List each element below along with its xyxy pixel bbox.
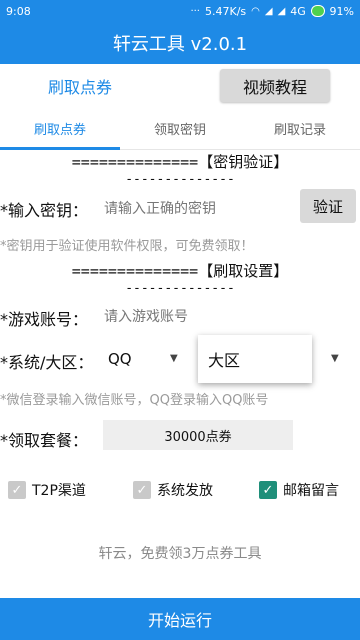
key-input[interactable]: 请输入正确的密钥	[104, 198, 216, 218]
system-chevron-down-icon[interactable]: ▼	[170, 353, 178, 364]
package-select[interactable]: 30000点券	[103, 420, 293, 450]
option-system[interactable]: ✓ 系统发放	[133, 480, 213, 500]
app-title: 轩云工具 v2.0.1	[112, 34, 248, 55]
region-dropdown[interactable]: 大区	[198, 335, 312, 383]
settings-section-divider: --------------	[125, 281, 235, 296]
account-input[interactable]: 请入游戏账号	[104, 306, 188, 326]
package-value: 30000点券	[164, 429, 232, 445]
option-label: 邮箱留言	[283, 483, 339, 499]
system-label: *系统/大区：	[0, 353, 94, 372]
footer-text: 轩云，免费领3万点券工具	[98, 546, 262, 562]
checkbox-icon[interactable]: ✓	[8, 481, 26, 499]
key-label: *输入密钥：	[0, 201, 89, 220]
top-button-row: 刷取点券 视频教程	[0, 64, 360, 108]
option-t2p[interactable]: ✓ T2P渠道	[8, 480, 86, 500]
network-type: 4G	[290, 4, 306, 18]
option-mail[interactable]: ✓ 邮箱留言	[259, 480, 339, 500]
network-speed: 5.47K/s	[204, 4, 247, 18]
shuaqu-button[interactable]: 刷取点券	[30, 72, 130, 100]
tab-bar: 刷取点券 领取密钥 刷取记录	[0, 108, 360, 150]
tab-get-key[interactable]: 领取密钥	[120, 108, 240, 149]
start-run-button[interactable]: 开始运行	[0, 598, 360, 640]
battery-level: 91%	[329, 4, 354, 18]
key-section-title: ==============【密钥验证】	[71, 153, 289, 171]
signal-icon-2: ◢	[277, 5, 286, 17]
app-bar: 轩云工具 v2.0.1	[0, 22, 360, 64]
key-hint: *密钥用于验证使用软件权限，可免费领取！	[0, 239, 254, 254]
video-tutorial-button[interactable]: 视频教程	[220, 69, 330, 102]
system-hint: *微信登录输入微信账号，QQ登录输入QQ账号	[0, 393, 269, 408]
settings-section-title: ==============【刷取设置】	[71, 262, 289, 280]
checkbox-icon[interactable]: ✓	[133, 481, 151, 499]
option-label: 系统发放	[157, 483, 213, 499]
account-label: *游戏账号：	[0, 310, 89, 329]
region-chevron-down-icon[interactable]: ▼	[331, 353, 339, 364]
key-section-divider: --------------	[125, 172, 235, 187]
status-time: 9:08	[6, 4, 31, 18]
checkbox-checked-icon[interactable]: ✓	[259, 481, 277, 499]
option-label: T2P渠道	[32, 483, 86, 499]
package-label: *领取套餐：	[0, 431, 89, 450]
verify-button[interactable]: 验证	[300, 189, 356, 223]
dots-icon: ···	[190, 5, 200, 17]
system-select[interactable]: QQ	[108, 350, 132, 368]
tab-shuaqu[interactable]: 刷取点券	[0, 108, 120, 150]
battery-icon	[310, 5, 325, 17]
status-bar: 9:08 ··· 5.47K/s ◠ ◢ ◢ 4G 91%	[0, 0, 360, 22]
region-option[interactable]: 大区	[208, 347, 240, 371]
status-right: ··· 5.47K/s ◠ ◢ ◢ 4G 91%	[190, 5, 354, 18]
signal-icon: ◢	[264, 5, 273, 17]
tab-records[interactable]: 刷取记录	[240, 108, 360, 149]
wifi-icon: ◠	[251, 5, 260, 17]
